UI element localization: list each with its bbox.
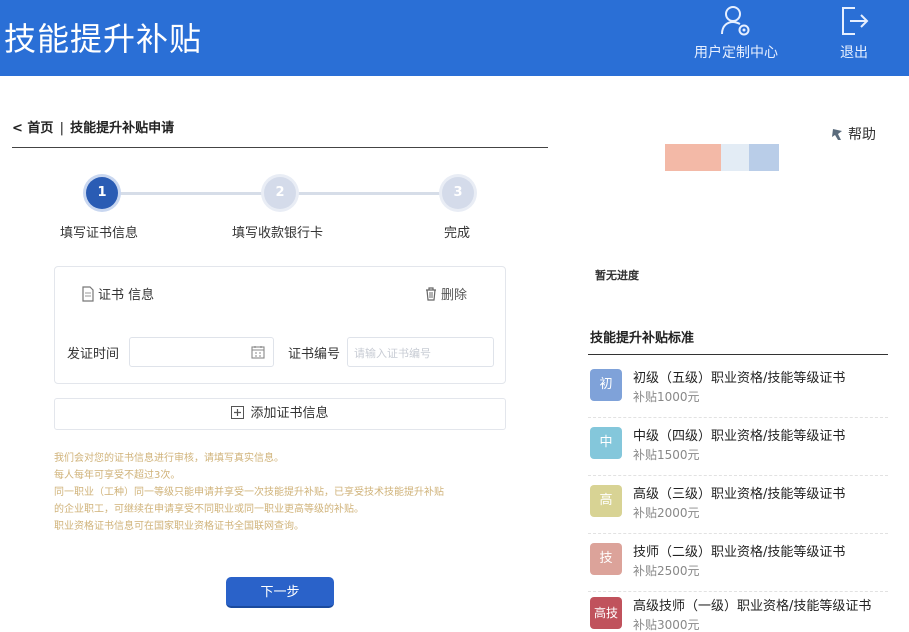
plus-square-icon <box>231 406 245 419</box>
level-badge: 中 <box>590 427 622 459</box>
next-step-button[interactable]: 下一步 <box>226 577 334 608</box>
level-badge: 初 <box>590 369 622 401</box>
redacted-block <box>665 144 721 171</box>
step-connector-2 <box>281 192 459 195</box>
note-line: 我们会对您的证书信息进行审核，请填写真实信息。 <box>54 453 284 464</box>
standard-amount: 补贴1000元 <box>633 390 700 404</box>
trash-icon <box>426 287 436 301</box>
step-2-label: 填写收款银行卡 <box>232 226 324 241</box>
cert-number-input[interactable]: 请输入证书编号 <box>347 337 494 367</box>
progress-status: 暂无进度 <box>595 269 639 282</box>
delete-button[interactable]: 删除 <box>425 284 467 303</box>
certificate-card: 证书 信息 删除 发证时间 证书编号 请输入证书编号 <box>54 266 506 384</box>
exit-button[interactable]: 退出 <box>826 4 882 62</box>
standard-item: 中 中级（四级）职业资格/技能等级证书 补贴1500元 <box>588 418 888 476</box>
breadcrumb-current: 技能提升补贴申请 <box>70 121 175 136</box>
standards-divider <box>588 354 888 355</box>
level-badge: 技 <box>590 543 622 575</box>
breadcrumb: < 首页 | 技能提升补贴申请 <box>12 117 174 136</box>
certificate-card-title: 证书 信息 <box>81 284 154 303</box>
breadcrumb-home-link[interactable]: < 首页 <box>12 117 53 136</box>
level-badge: 高 <box>590 485 622 517</box>
standard-item: 初 初级（五级）职业资格/技能等级证书 补贴1000元 <box>588 360 888 418</box>
calendar-icon <box>251 346 265 359</box>
standard-amount: 补贴3000元 <box>633 618 700 632</box>
breadcrumb-divider <box>12 147 548 148</box>
cert-number-label: 证书编号 <box>288 347 341 362</box>
user-settings-icon <box>721 6 750 36</box>
user-center-button[interactable]: 用户定制中心 <box>686 4 786 62</box>
notes-block: 我们会对您的证书信息进行审核，请填写真实信息。 每人每年可享受不超过3次。 同一… <box>54 450 514 535</box>
step-2-circle: 2 <box>264 177 296 209</box>
app-title: 技能提升补贴 <box>4 20 203 58</box>
add-certificate-label: 添加证书信息 <box>250 406 329 421</box>
standard-amount: 补贴2500元 <box>633 564 700 578</box>
standard-name: 中级（四级）职业资格/技能等级证书 <box>633 429 846 444</box>
standard-item: 高 高级（三级）职业资格/技能等级证书 补贴2000元 <box>588 476 888 534</box>
standards-title: 技能提升补贴标准 <box>590 331 695 346</box>
delete-label: 删除 <box>441 288 468 303</box>
standard-name: 高级技师（一级）职业资格/技能等级证书 <box>633 599 872 614</box>
redacted-block <box>749 144 779 171</box>
step-3-label: 完成 <box>444 226 471 241</box>
note-line: 职业资格证书信息可在国家职业资格证书全国联网查询。 <box>54 521 304 532</box>
breadcrumb-separator: | <box>59 121 65 136</box>
help-label: 帮助 <box>848 127 876 143</box>
help-icon <box>832 129 842 140</box>
app-header: 技能提升补贴 用户定制中心 退出 <box>0 0 909 76</box>
logout-icon <box>842 7 869 35</box>
issue-date-input[interactable] <box>129 337 274 367</box>
redacted-block <box>721 144 749 171</box>
exit-label: 退出 <box>840 45 868 61</box>
user-center-label: 用户定制中心 <box>694 45 778 61</box>
standard-name: 初级（五级）职业资格/技能等级证书 <box>633 371 846 386</box>
standard-name: 高级（三级）职业资格/技能等级证书 <box>633 487 846 502</box>
note-line: 每人每年可享受不超过3次。 <box>54 470 181 481</box>
certificate-card-title-text: 证书 信息 <box>98 288 155 303</box>
step-1-label: 填写证书信息 <box>60 226 139 241</box>
level-badge: 高技 <box>590 597 622 629</box>
help-link[interactable]: 帮助 <box>830 124 876 144</box>
step-1-circle: 1 <box>86 177 118 209</box>
standard-name: 技师（二级）职业资格/技能等级证书 <box>633 545 846 560</box>
note-line: 同一职业（工种）同一等级只能申请并享受一次技能提升补贴，已享受技术技能提升补贴 <box>54 487 444 498</box>
step-3-circle: 3 <box>442 177 474 209</box>
standard-item: 高技 高级技师（一级）职业资格/技能等级证书 补贴3000元 <box>588 588 888 632</box>
standard-amount: 补贴2000元 <box>633 506 700 520</box>
add-certificate-button[interactable]: 添加证书信息 <box>54 398 506 430</box>
issue-date-label: 发证时间 <box>67 347 120 362</box>
standard-item: 技 技师（二级）职业资格/技能等级证书 补贴2500元 <box>588 534 888 592</box>
step-connector-1 <box>103 192 281 195</box>
standard-amount: 补贴1500元 <box>633 448 700 462</box>
document-icon <box>82 286 94 302</box>
note-line: 的企业职工，可继续在申请享受不同职业或同一职业更高等级的补贴。 <box>54 504 364 515</box>
